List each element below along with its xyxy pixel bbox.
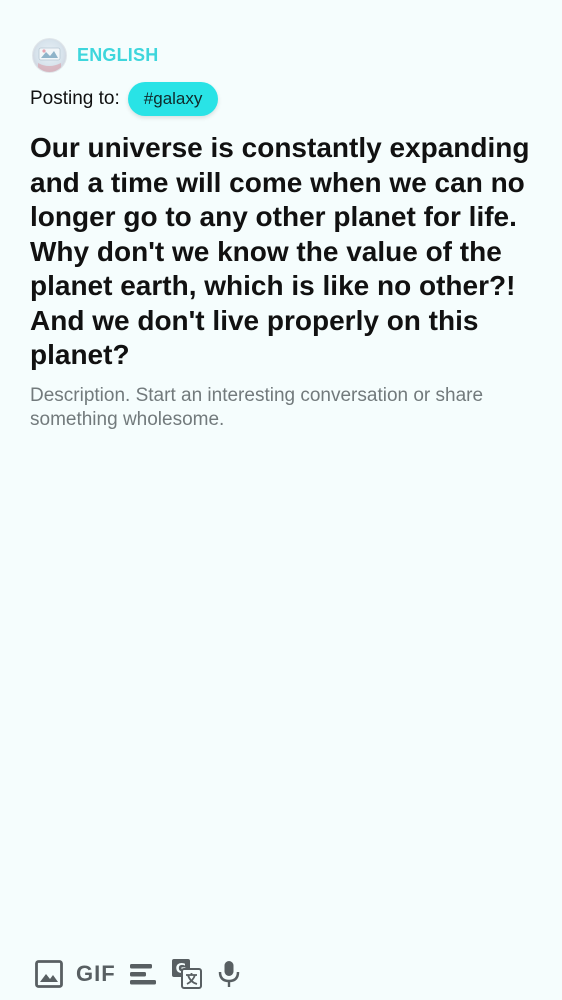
translate-button[interactable]: G [170,957,204,991]
posting-to-label: Posting to: [30,88,120,109]
voice-button[interactable] [216,957,242,991]
composer-toolbar: GIF G [34,957,254,991]
post-title-input[interactable]: Our universe is constantly expanding and… [30,131,550,373]
tag-chip[interactable]: #galaxy [127,82,219,116]
text-format-button[interactable] [128,957,158,991]
image-icon [35,960,63,988]
translate-icon: G [171,959,202,989]
header: ENGLISH [32,38,158,73]
microphone-icon [218,961,239,987]
image-button[interactable] [34,957,64,991]
gif-icon: GIF [76,961,116,986]
language-selector[interactable]: ENGLISH [77,45,158,66]
gif-button[interactable]: GIF [76,957,116,991]
description-input[interactable]: Description. Start an interesting conver… [30,384,555,432]
posting-to-row: Posting to: #galaxy [30,82,219,116]
avatar[interactable] [32,38,67,73]
text-format-icon [129,964,156,985]
